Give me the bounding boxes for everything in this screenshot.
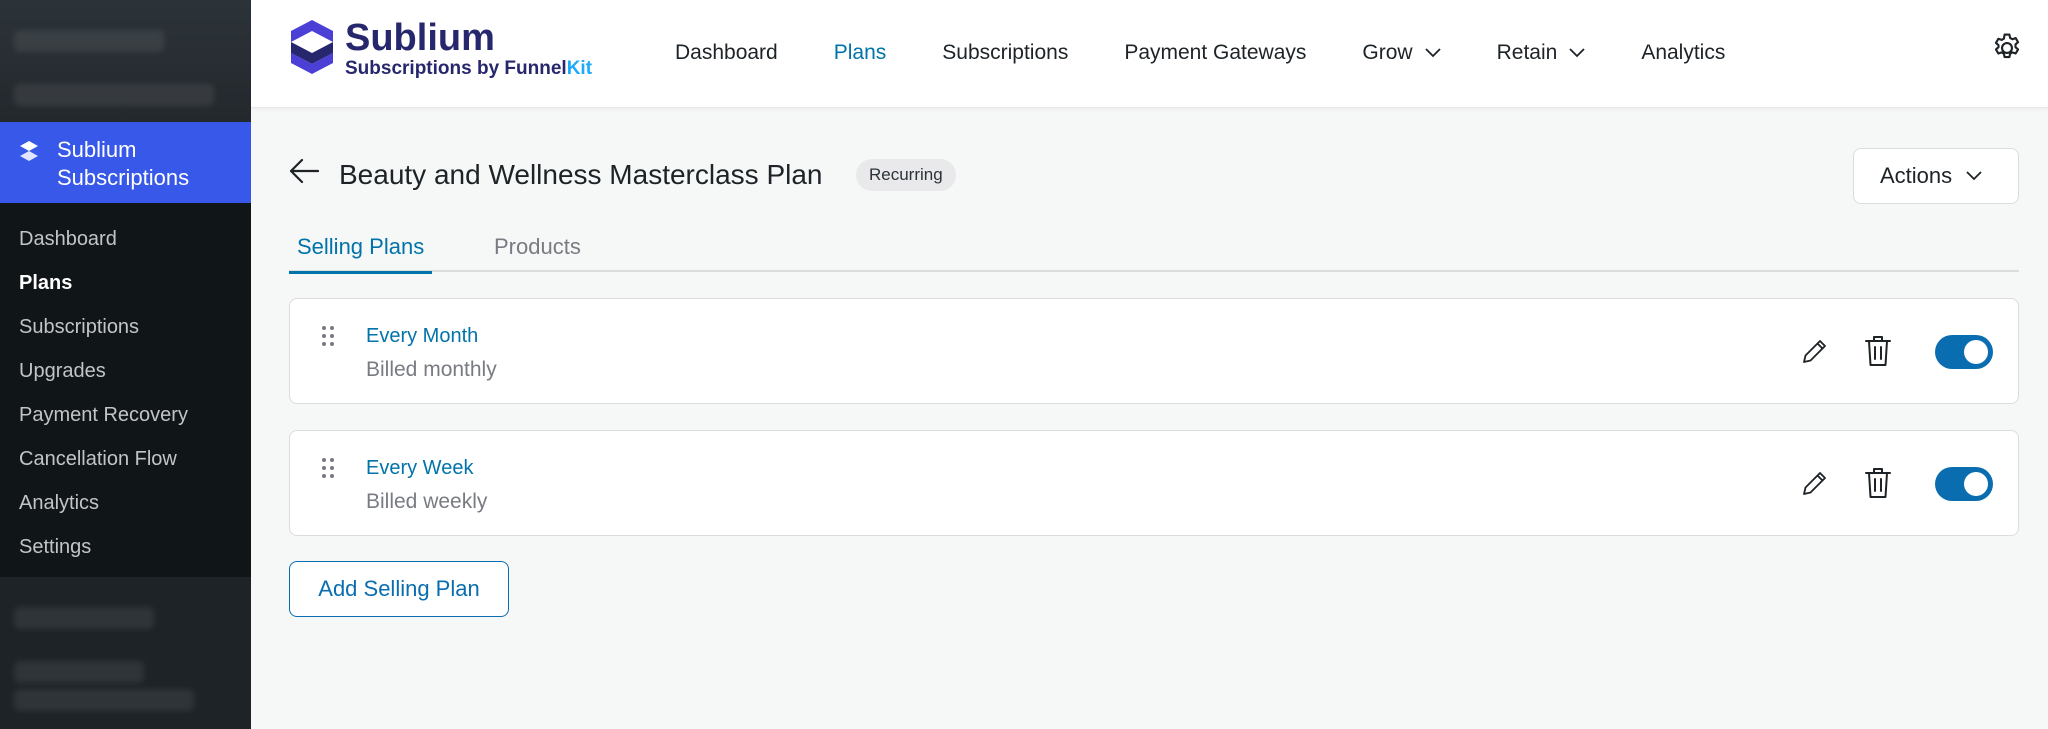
sidebar-item-cancellation-flow[interactable]: Cancellation Flow bbox=[0, 437, 251, 481]
admin-sidebar: Sublium Subscriptions Dashboard Plans Su… bbox=[0, 0, 251, 729]
plan-tabs: Selling Plans Products bbox=[289, 230, 2019, 274]
nav-plans[interactable]: Plans bbox=[834, 41, 887, 65]
nav-payment-gateways[interactable]: Payment Gateways bbox=[1124, 41, 1306, 65]
add-selling-plan-button[interactable]: Add Selling Plan bbox=[289, 561, 509, 617]
chevron-down-icon bbox=[1966, 171, 1982, 181]
blurred-menu-item bbox=[14, 661, 144, 683]
blurred-menu-item bbox=[14, 689, 194, 711]
status-badge: Recurring bbox=[856, 159, 956, 191]
nav-plans-label: Plans bbox=[833, 41, 887, 64]
plan-enabled-toggle[interactable] bbox=[1935, 335, 1993, 369]
drag-handle-icon[interactable] bbox=[321, 325, 335, 347]
brand-tagline: Subscriptions by FunnelKit bbox=[345, 58, 592, 80]
page-header: Beauty and Wellness Masterclass Plan Rec… bbox=[289, 148, 2019, 204]
actions-label: Actions bbox=[1880, 163, 1953, 188]
tab-products[interactable]: Products bbox=[486, 234, 589, 270]
sidebar-active-label: Sublium Subscriptions bbox=[57, 137, 190, 190]
brand-tagline-kit: Kit bbox=[566, 58, 593, 79]
nav-grow-label: Grow bbox=[1362, 41, 1413, 64]
nav-analytics-label: Analytics bbox=[1641, 41, 1726, 64]
sidebar-blurred-menu-top bbox=[0, 0, 251, 122]
sidebar-item-sublium-subscriptions[interactable]: Sublium Subscriptions bbox=[0, 122, 251, 203]
trash-icon[interactable] bbox=[1864, 334, 1892, 368]
top-navigation-bar: Sublium Subscriptions by FunnelKit Dashb… bbox=[251, 0, 2048, 108]
sidebar-item-dashboard[interactable]: Dashboard bbox=[0, 217, 251, 261]
back-arrow-icon[interactable] bbox=[289, 158, 319, 184]
plan-enabled-toggle[interactable] bbox=[1935, 467, 1993, 501]
brand-name: Sublium bbox=[345, 17, 495, 59]
nav-payment-gateways-label: Payment Gateways bbox=[1124, 41, 1307, 64]
plan-description: Billed monthly bbox=[366, 358, 497, 381]
sidebar-item-settings[interactable]: Settings bbox=[0, 525, 251, 569]
plan-description: Billed weekly bbox=[366, 490, 488, 513]
sidebar-item-analytics[interactable]: Analytics bbox=[0, 481, 251, 525]
selling-plan-card: Every Week Billed weekly bbox=[289, 430, 2019, 536]
blurred-menu-item bbox=[14, 607, 154, 629]
sublium-icon bbox=[20, 141, 38, 161]
nav-dashboard[interactable]: Dashboard bbox=[675, 41, 778, 65]
edit-pencil-icon[interactable] bbox=[1800, 336, 1830, 366]
blurred-menu-item bbox=[14, 84, 214, 106]
main-nav: Dashboard Plans Subscriptions Payment Ga… bbox=[675, 0, 1781, 106]
edit-pencil-icon[interactable] bbox=[1800, 468, 1830, 498]
trash-icon[interactable] bbox=[1864, 466, 1892, 500]
sidebar-item-subscriptions[interactable]: Subscriptions bbox=[0, 305, 251, 349]
nav-subscriptions-label: Subscriptions bbox=[942, 41, 1069, 64]
sidebar-item-plans[interactable]: Plans bbox=[0, 261, 251, 305]
page-title: Beauty and Wellness Masterclass Plan bbox=[339, 159, 823, 190]
plan-name[interactable]: Every Month bbox=[366, 323, 478, 349]
nav-dashboard-label: Dashboard bbox=[675, 41, 778, 64]
selling-plan-card: Every Month Billed monthly bbox=[289, 298, 2019, 404]
plan-name[interactable]: Every Week bbox=[366, 455, 473, 481]
toggle-knob bbox=[1964, 472, 1988, 496]
nav-grow[interactable]: Grow bbox=[1362, 41, 1441, 65]
tab-selling-plans[interactable]: Selling Plans bbox=[289, 234, 433, 274]
sidebar-blurred-menu-bottom bbox=[0, 577, 251, 729]
drag-handle-icon[interactable] bbox=[321, 457, 335, 479]
sublium-logo-icon bbox=[291, 20, 333, 74]
nav-subscriptions[interactable]: Subscriptions bbox=[942, 41, 1068, 65]
brand-tagline-prefix: Subscriptions by Funnel bbox=[345, 58, 567, 79]
chevron-down-icon bbox=[1424, 48, 1441, 58]
brand-logo[interactable]: Sublium Subscriptions by FunnelKit bbox=[289, 18, 592, 80]
blurred-menu-item bbox=[14, 30, 164, 52]
nav-analytics[interactable]: Analytics bbox=[1641, 41, 1725, 65]
sidebar-item-upgrades[interactable]: Upgrades bbox=[0, 349, 251, 393]
sidebar-item-payment-recovery[interactable]: Payment Recovery bbox=[0, 393, 251, 437]
nav-retain[interactable]: Retain bbox=[1497, 41, 1586, 65]
sidebar-submenu: Dashboard Plans Subscriptions Upgrades P… bbox=[0, 203, 251, 577]
gear-icon[interactable] bbox=[1990, 31, 2024, 65]
chevron-down-icon bbox=[1569, 48, 1585, 58]
actions-button[interactable]: Actions bbox=[1853, 148, 2019, 204]
toggle-knob bbox=[1964, 340, 1988, 364]
nav-retain-label: Retain bbox=[1496, 41, 1558, 64]
